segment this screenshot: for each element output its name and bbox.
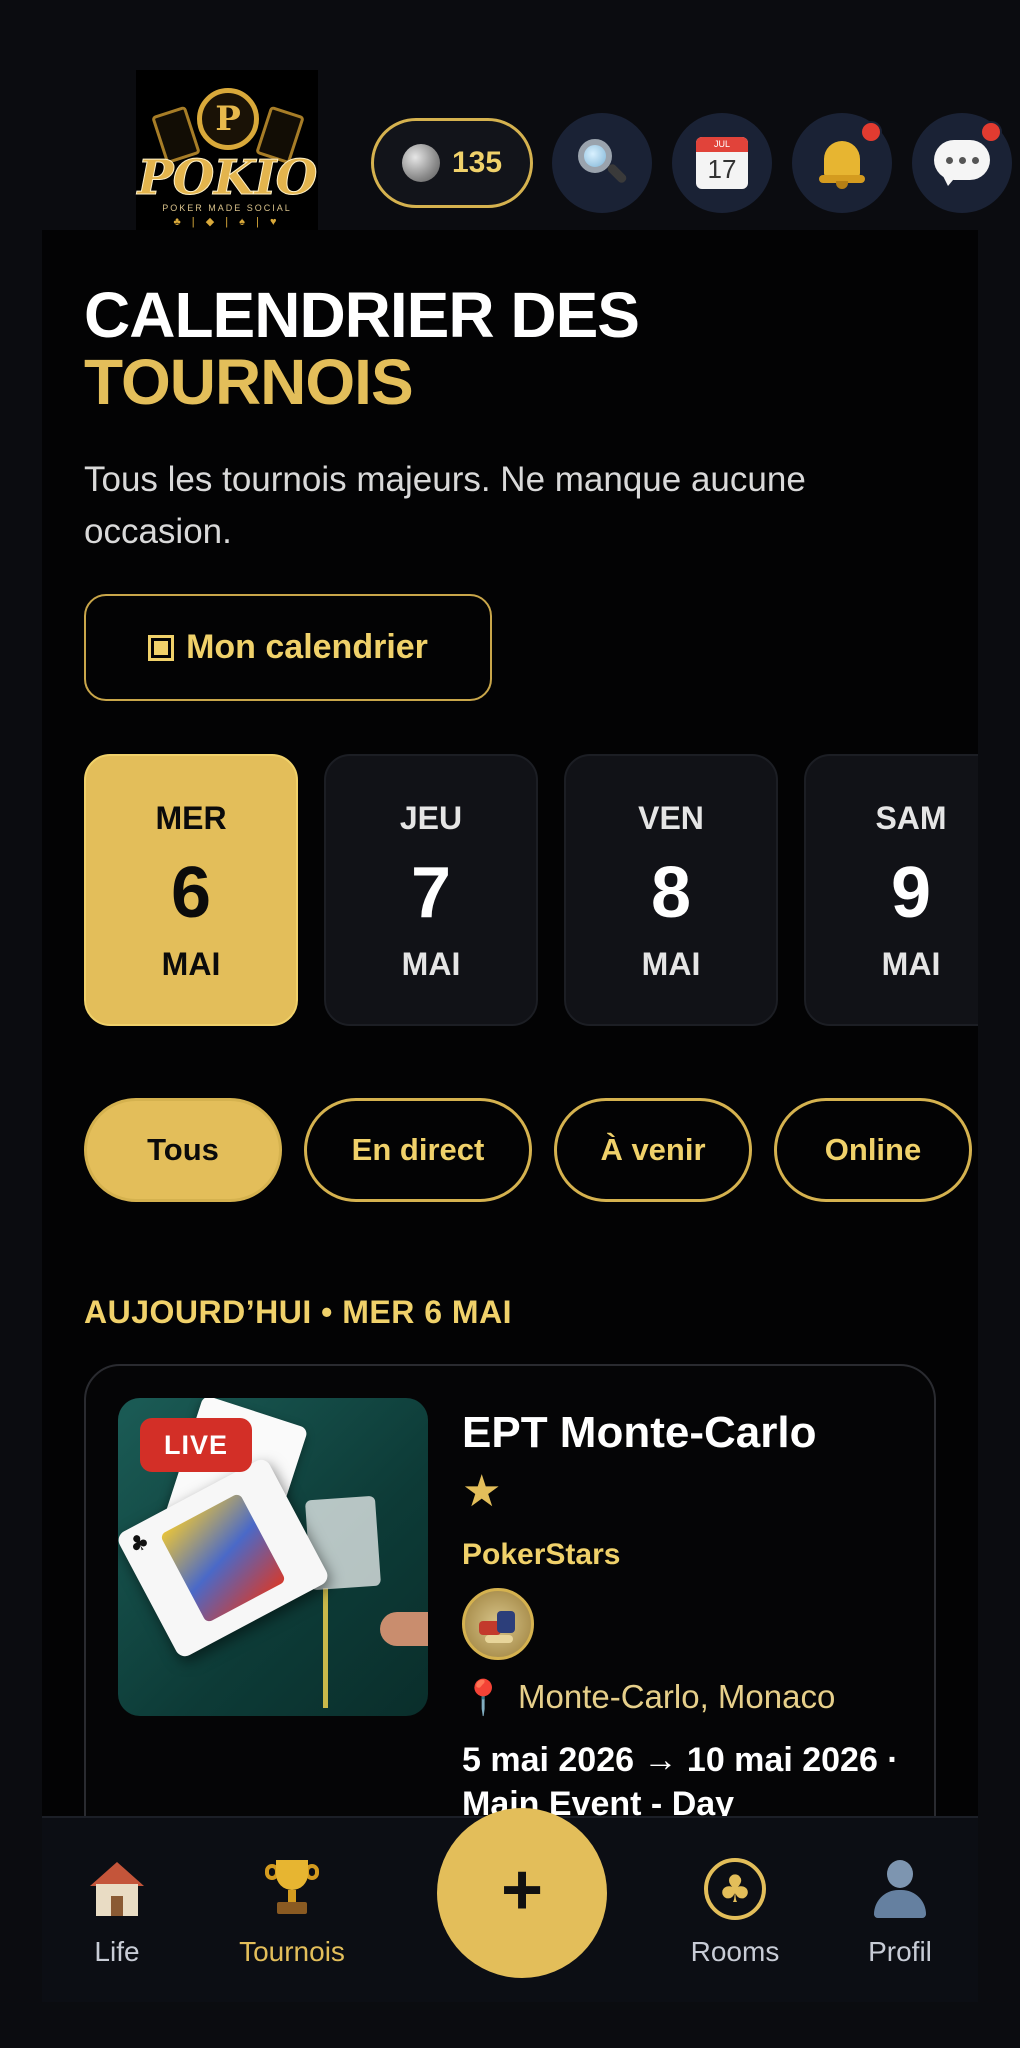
- message-badge: [980, 121, 1002, 143]
- filter-online[interactable]: Online: [774, 1098, 972, 1202]
- my-calendar-label: Mon calendrier: [186, 628, 428, 666]
- clubs-icon: ♣: [704, 1858, 766, 1920]
- logo-chip-icon: P: [197, 88, 259, 150]
- search-icon: [576, 137, 628, 189]
- page-title-line1: CALENDRIER DES: [84, 279, 640, 351]
- day-month: MAI: [641, 946, 701, 982]
- day-selector: MER 6 MAI JEU 7 MAI VEN 8 MAI SAM 9 MAI: [84, 754, 978, 1026]
- day-weekday: SAM: [875, 800, 947, 836]
- day-number: 8: [650, 853, 692, 933]
- calendar-square-icon: [148, 634, 175, 661]
- tournament-operator: PokerStars: [462, 1538, 621, 1571]
- day-card-fri-8[interactable]: VEN 8 MAI: [564, 754, 778, 1026]
- coin-amount: 135: [451, 146, 503, 179]
- nav-life[interactable]: Life: [42, 1858, 192, 1968]
- logo-tagline: POKER MADE SOCIAL: [162, 203, 292, 213]
- nav-profil[interactable]: Profil: [825, 1858, 975, 1968]
- live-badge: LIVE: [140, 1418, 252, 1472]
- page-title: CALENDRIER DES TOURNOIS: [84, 279, 640, 418]
- plus-icon: +: [500, 1850, 544, 1930]
- day-card-wed-6[interactable]: MER 6 MAI: [84, 754, 298, 1026]
- day-month: MAI: [161, 946, 221, 982]
- filter-all[interactable]: Tous: [84, 1098, 282, 1202]
- nav-tournois-label: Tournois: [239, 1936, 345, 1967]
- page-subtitle: Tous les tournois majeurs. Ne manque auc…: [84, 460, 806, 551]
- calendar-icon: JUL 17: [696, 137, 748, 189]
- coin-balance[interactable]: 135: [371, 118, 533, 208]
- day-weekday: VEN: [638, 800, 704, 836]
- filter-upcoming[interactable]: À venir: [554, 1098, 752, 1202]
- day-card-thu-7[interactable]: JEU 7 MAI: [324, 754, 538, 1026]
- tournament-thumbnail: ♣ LIVE: [118, 1398, 428, 1716]
- nav-profil-label: Profil: [868, 1936, 932, 1967]
- search-button[interactable]: [552, 113, 652, 213]
- day-card-sat-9[interactable]: SAM 9 MAI: [804, 754, 978, 1026]
- top-bar: P POKIO POKER MADE SOCIAL ♣ | ◆ | ♠ | ♥ …: [0, 0, 1020, 230]
- tournament-title: EPT Monte-Carlo: [462, 1408, 817, 1457]
- day-number: 6: [170, 853, 212, 933]
- person-icon: [872, 1860, 928, 1918]
- calendar-icon-day: 17: [707, 154, 737, 184]
- tournament-location: Monte-Carlo, Monaco: [518, 1678, 836, 1715]
- day-month: MAI: [881, 946, 941, 982]
- favorite-star-icon[interactable]: ★: [462, 1466, 501, 1517]
- pokio-logo[interactable]: P POKIO POKER MADE SOCIAL ♣ | ◆ | ♠ | ♥: [136, 70, 318, 230]
- operator-avatar: [462, 1588, 534, 1660]
- bell-icon: [818, 137, 866, 189]
- house-icon: [90, 1862, 144, 1916]
- nav-life-label: Life: [94, 1936, 140, 1967]
- day-month: MAI: [401, 946, 461, 982]
- section-heading-today: AUJOURD’HUI • MER 6 MAI: [84, 1294, 513, 1330]
- day-number: 9: [890, 853, 932, 933]
- tournament-dates: 5 mai 2026 → 10 mai 2026 · Main Event - …: [462, 1741, 899, 1816]
- coin-icon: [401, 144, 440, 182]
- day-weekday: MER: [155, 800, 227, 836]
- messages-button[interactable]: [912, 113, 1012, 213]
- filter-chips: Tous En direct À venir Online: [84, 1098, 972, 1202]
- page-title-line2: TOURNOIS: [84, 346, 414, 418]
- chat-bubble-icon: [934, 138, 990, 188]
- notification-badge: [860, 121, 882, 143]
- location-pin-icon: 📍: [462, 1678, 505, 1718]
- tournament-calendar-panel: CALENDRIER DES TOURNOIS Tous les tournoi…: [42, 230, 978, 1816]
- notifications-button[interactable]: [792, 113, 892, 213]
- tournament-card[interactable]: ♣ LIVE EPT Monte-Carlo ★ PokerStars 📍 Mo…: [84, 1364, 936, 1816]
- my-calendar-button[interactable]: Mon calendrier: [84, 594, 492, 701]
- logo-wordmark: POKIO: [137, 150, 318, 207]
- calendar-icon-month: JUL: [696, 137, 748, 152]
- nav-rooms[interactable]: ♣ Rooms: [660, 1858, 810, 1968]
- trophy-icon: [265, 1860, 319, 1918]
- logo-chip-letter: P: [215, 99, 241, 139]
- calendar-button[interactable]: JUL 17: [672, 113, 772, 213]
- nav-rooms-label: Rooms: [690, 1936, 780, 1967]
- day-weekday: JEU: [399, 800, 463, 836]
- create-button[interactable]: +: [437, 1808, 607, 1978]
- nav-tournois[interactable]: Tournois: [217, 1858, 367, 1968]
- day-number: 7: [410, 853, 452, 933]
- logo-suit-icons: ♣ | ◆ | ♠ | ♥: [173, 216, 281, 228]
- filter-live[interactable]: En direct: [304, 1098, 532, 1202]
